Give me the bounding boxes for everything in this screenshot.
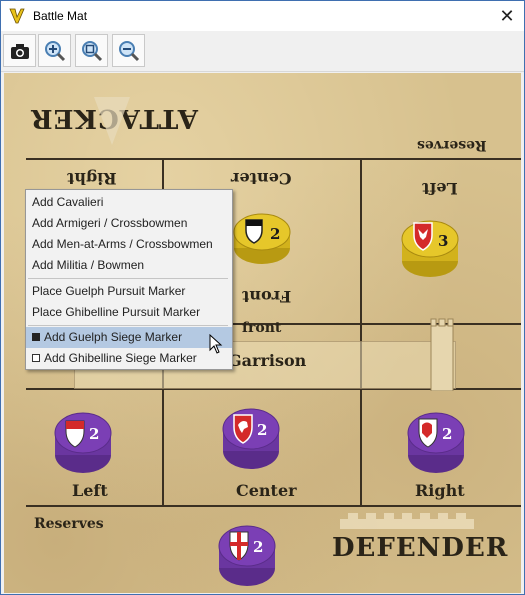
attacker-zone-center: Center <box>231 169 292 188</box>
defender-bottom-line <box>26 505 521 507</box>
counter-value: 2 <box>270 225 280 243</box>
counter-value: 2 <box>442 425 452 443</box>
toolbar <box>1 31 524 72</box>
zoom-out-button[interactable] <box>112 34 145 67</box>
menu-item-add-armigeri[interactable]: Add Armigeri / Crossbowmen <box>26 213 232 234</box>
defender-zone-left: Left <box>72 481 108 500</box>
defender-zone-center: Center <box>236 481 297 500</box>
garrison-label: Garrison <box>228 351 307 370</box>
zoom-fit-icon <box>82 41 103 62</box>
attacker-arrow-icon <box>94 97 130 145</box>
attacker-front-label: Front <box>242 287 292 306</box>
tower-icon <box>430 318 454 391</box>
title-bar[interactable]: Battle Mat ✕ <box>1 1 524 31</box>
menu-item-add-men-at-arms[interactable]: Add Men-at-Arms / Crossbowmen <box>26 234 232 255</box>
front-label: front <box>242 320 282 336</box>
attacker-zone-right: Right <box>67 169 117 188</box>
menu-item-label: Add Ghibelline Siege Marker <box>44 351 197 365</box>
defender-counter-center[interactable]: 2 <box>221 401 281 473</box>
battle-mat-window: Battle Mat ✕ Reserves Right Center Left … <box>0 0 525 595</box>
menu-item-label: Add Guelph Siege Marker <box>44 330 183 344</box>
zoom-out-icon <box>119 41 140 62</box>
app-icon <box>9 8 25 24</box>
menu-separator <box>28 325 228 326</box>
attacker-counter-left[interactable]: 3 <box>400 209 460 283</box>
attacker-reserves-label: Reserves <box>417 137 487 153</box>
divider-right <box>360 158 362 505</box>
zoom-in-button[interactable] <box>38 34 71 67</box>
menu-item-add-militia[interactable]: Add Militia / Bowmen <box>26 255 232 276</box>
close-button[interactable]: ✕ <box>496 5 518 27</box>
menu-item-guelph-siege[interactable]: Add Guelph Siege Marker <box>26 327 232 348</box>
attacker-top-line <box>26 158 521 160</box>
attacker-counter-center[interactable]: 2 <box>232 208 292 270</box>
defender-zone-right: Right <box>415 481 465 500</box>
menu-item-add-cavalieri[interactable]: Add Cavalieri <box>26 192 232 213</box>
camera-icon <box>11 44 29 59</box>
defender-reserves-label: Reserves <box>34 516 104 532</box>
menu-item-guelph-pursuit[interactable]: Place Guelph Pursuit Marker <box>26 281 232 302</box>
empty-square-icon <box>32 354 40 362</box>
attacker-zone-left: Left <box>422 179 458 198</box>
menu-item-ghibelline-pursuit[interactable]: Place Ghibelline Pursuit Marker <box>26 302 232 323</box>
defender-counter-reserve[interactable]: 2 <box>217 518 277 590</box>
battlement-decoration <box>340 513 474 529</box>
zoom-in-icon <box>45 41 66 62</box>
counter-value: 3 <box>438 232 448 250</box>
camera-button[interactable] <box>3 34 36 67</box>
counter-value: 2 <box>253 538 263 556</box>
defender-counter-right[interactable]: 2 <box>406 405 466 477</box>
counter-value: 2 <box>89 425 99 443</box>
window-title: Battle Mat <box>33 9 88 23</box>
zoom-fit-button[interactable] <box>75 34 108 67</box>
counter-value: 2 <box>257 421 267 439</box>
defender-heading: DEFENDER <box>332 533 509 563</box>
menu-separator <box>28 278 228 279</box>
defender-counter-left[interactable]: 2 <box>53 405 113 477</box>
menu-item-ghibelline-siege[interactable]: Add Ghibelline Siege Marker <box>26 348 232 369</box>
filled-square-icon <box>32 333 40 341</box>
context-menu: Add Cavalieri Add Armigeri / Crossbowmen… <box>25 189 233 370</box>
mouse-pointer-icon <box>209 334 223 354</box>
